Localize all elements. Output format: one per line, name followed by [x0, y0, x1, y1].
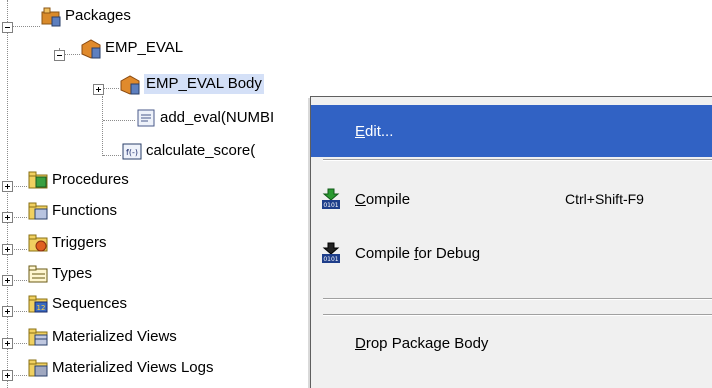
- menu-separator: [323, 159, 712, 161]
- expand-toggle-procedures[interactable]: [2, 181, 13, 192]
- tree-item-materialized-views[interactable]: Materialized Views: [27, 325, 177, 349]
- tree-item-calculate-score[interactable]: f(-) calculate_score(: [121, 139, 255, 163]
- expand-toggle-triggers[interactable]: [2, 244, 13, 255]
- expand-toggle-emp-eval-body[interactable]: [93, 84, 104, 95]
- menu-item-label: Compile: [355, 191, 410, 208]
- tree-item-label: Functions: [52, 202, 118, 219]
- tree-item-sequences[interactable]: 12 Sequences: [27, 292, 127, 316]
- menu-item-label: Edit...: [355, 123, 393, 140]
- procedure-icon: [137, 109, 155, 127]
- label-rest: or Debug: [418, 244, 481, 262]
- sequences-folder-icon: 12: [28, 295, 48, 313]
- tree-item-label: add_eval(NUMBI: [160, 109, 275, 126]
- menu-item-drop-package-body[interactable]: Drop Package Body: [311, 317, 712, 369]
- mnemonic: E: [355, 122, 366, 140]
- function-icon-text: f(-): [126, 148, 138, 157]
- tree-item-label: EMP_EVAL Body: [144, 74, 264, 94]
- menu-item-compile-for-debug[interactable]: 0101 Compile for Debug: [311, 227, 712, 279]
- expand-toggle-types[interactable]: [2, 275, 13, 286]
- tree-item-label: Sequences: [52, 295, 128, 312]
- label-rest: ompile: [365, 190, 411, 208]
- expand-toggle-materialized-views[interactable]: [2, 338, 13, 349]
- materialized-views-folder-icon: [28, 328, 48, 346]
- package-body-icon: [120, 75, 140, 95]
- materialized-views-logs-folder-icon: [28, 359, 48, 377]
- menu-separator: [323, 298, 712, 300]
- tree-item-functions[interactable]: Functions: [27, 199, 117, 223]
- tree-item-procedures[interactable]: Procedures: [27, 168, 129, 192]
- tree-item-triggers[interactable]: Triggers: [27, 231, 106, 255]
- label-rest: dit...: [365, 122, 394, 140]
- tree-item-label: Packages: [65, 7, 131, 24]
- compile-debug-icon-text: 0101: [323, 256, 338, 263]
- package-icon: [81, 39, 101, 59]
- tree-item-types[interactable]: Types: [27, 262, 92, 286]
- collapse-toggle-packages[interactable]: [2, 22, 13, 33]
- tree-item-packages[interactable]: Packages: [40, 4, 131, 28]
- collapse-toggle-emp-eval[interactable]: [54, 50, 65, 61]
- tree-item-label: Triggers: [52, 234, 107, 251]
- compile-icon-text: 0101: [323, 202, 338, 209]
- tree-item-label: calculate_score(: [146, 142, 256, 159]
- mnemonic: D: [355, 334, 366, 352]
- tree-item-label: Materialized Views: [52, 328, 177, 345]
- menu-item-edit[interactable]: Edit...: [311, 105, 712, 157]
- label-rest: rop Package Body: [365, 334, 489, 352]
- tree-item-emp-eval-body[interactable]: EMP_EVAL Body: [119, 72, 264, 96]
- tree-item-label: Types: [52, 265, 93, 282]
- package-folder-icon: [41, 7, 61, 27]
- function-icon: f(-): [122, 143, 142, 160]
- tree-item-label: EMP_EVAL: [105, 39, 184, 56]
- tree-item-emp-eval[interactable]: EMP_EVAL: [80, 36, 183, 60]
- compile-debug-icon: 0101: [322, 242, 340, 263]
- sequence-icon-text: 12: [37, 304, 46, 312]
- triggers-folder-icon: [28, 234, 48, 252]
- menu-separator: [323, 314, 712, 316]
- menu-item-label: Drop Package Body: [355, 335, 488, 352]
- tree-item-materialized-views-logs[interactable]: Materialized Views Logs: [27, 356, 213, 380]
- expand-toggle-sequences[interactable]: [2, 306, 13, 317]
- tree-item-label: Procedures: [52, 171, 129, 188]
- expand-toggle-materialized-views-logs[interactable]: [2, 370, 13, 381]
- menu-item-label: Compile for Debug: [355, 245, 480, 262]
- menu-item-shortcut: Ctrl+Shift-F9: [565, 191, 644, 207]
- procedures-folder-icon: [28, 171, 48, 189]
- functions-folder-icon: [28, 202, 48, 220]
- label-pre: Compile: [355, 244, 415, 262]
- types-folder-icon: [28, 265, 48, 283]
- compile-icon: 0101: [322, 188, 340, 209]
- expand-toggle-functions[interactable]: [2, 212, 13, 223]
- mnemonic: C: [355, 190, 366, 208]
- tree-item-add-eval[interactable]: add_eval(NUMBI: [135, 106, 274, 130]
- menu-item-compile[interactable]: 0101 Compile Ctrl+Shift-F9: [311, 173, 712, 225]
- context-menu: Edit... 0101 Compile Ctrl+Shift-F9 0101 …: [310, 96, 712, 388]
- tree-item-label: Materialized Views Logs: [52, 359, 214, 376]
